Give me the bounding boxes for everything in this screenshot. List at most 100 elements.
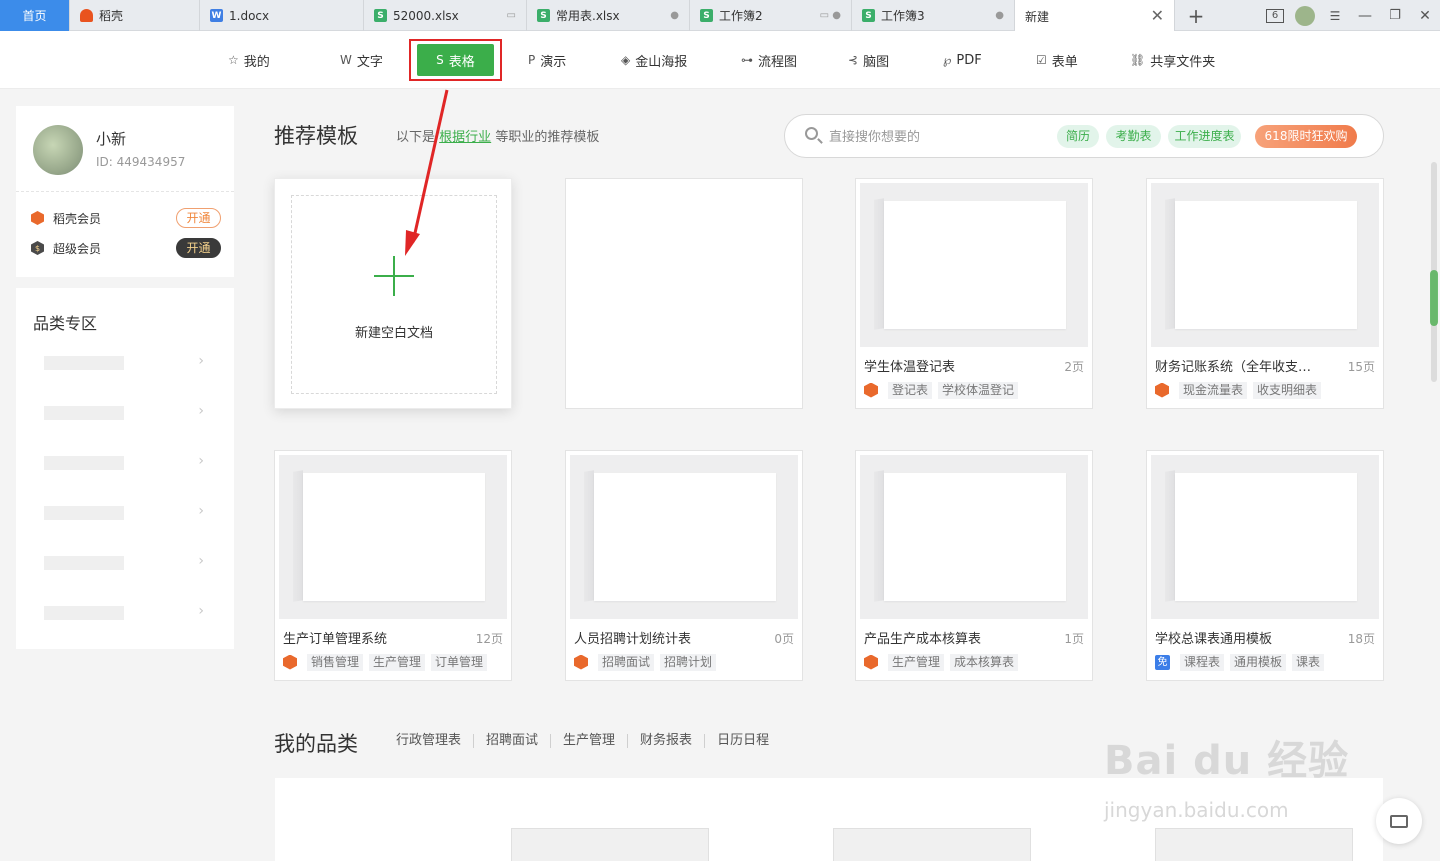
template-tag[interactable]: 现金流量表 <box>1179 381 1248 399</box>
category-link[interactable]: 财务报表 <box>628 734 706 748</box>
search-tag[interactable]: 简历 <box>1057 125 1099 148</box>
nav-flowchart[interactable]: ⊶ 流程图 <box>741 42 797 78</box>
tab-workbook2[interactable]: S 工作簿2 ▭ ● <box>690 0 852 31</box>
tab-label: 1.docx <box>229 8 270 23</box>
user-avatar-button[interactable] <box>1290 0 1320 31</box>
template-card[interactable]: 生产订单管理系统 12页 销售管理 生产管理 订单管理 <box>274 450 512 681</box>
category-placeholder[interactable]: › <box>44 503 204 520</box>
open-super-vip-button[interactable]: 开通 <box>176 238 221 258</box>
template-tag[interactable]: 招聘面试 <box>598 653 655 671</box>
share-icon: ⛓ <box>1130 53 1146 67</box>
search-input[interactable] <box>829 127 1039 147</box>
page-preview <box>884 473 1066 601</box>
category-link[interactable]: 行政管理表 <box>396 734 475 748</box>
category-thumbnail[interactable] <box>1155 828 1353 861</box>
nav-spreadsheet[interactable]: S 表格 <box>417 44 494 76</box>
search-tag[interactable]: 工作进度表 <box>1168 125 1241 148</box>
template-card[interactable]: 产品生产成本核算表 1页 生产管理 成本核算表 <box>855 450 1093 681</box>
close-icon[interactable]: ✕ <box>1151 6 1164 25</box>
category-placeholder[interactable]: › <box>44 353 204 370</box>
tab-changyong[interactable]: S 常用表.xlsx ● <box>527 0 690 31</box>
category-placeholder[interactable]: › <box>44 403 204 420</box>
writer-icon: W <box>340 53 352 67</box>
free-badge-icon: 免 <box>1155 654 1170 670</box>
nav-poster[interactable]: ◈ 金山海报 <box>621 42 687 78</box>
add-tab-button[interactable]: + <box>1181 0 1211 31</box>
nav-shared-folder[interactable]: ⛓ 共享文件夹 <box>1130 42 1215 78</box>
promo-tag[interactable]: 618限时狂欢购 <box>1255 125 1357 148</box>
template-name: 学生体温登记表 <box>864 360 956 375</box>
nav-label: 文字 <box>356 54 383 70</box>
industry-link[interactable]: 根据行业 <box>439 130 491 145</box>
tab-workbook3[interactable]: S 工作簿3 ● <box>852 0 1015 31</box>
template-tag[interactable]: 课表 <box>1292 653 1325 671</box>
template-tags: 招聘面试 招聘计划 <box>574 653 722 671</box>
template-card[interactable]: 财务记账系统（全年收支管理... 15页 现金流量表 收支明细表 <box>1146 178 1384 409</box>
open-daoke-vip-button[interactable]: 开通 <box>176 208 221 228</box>
tab-52000[interactable]: S 52000.xlsx ▭ <box>364 0 527 31</box>
template-card-empty[interactable] <box>565 178 803 409</box>
window-controls: 6 ☰ — ❐ ✕ <box>1260 0 1440 31</box>
search-tag[interactable]: 考勤表 <box>1106 125 1161 148</box>
template-tag[interactable]: 课程表 <box>1180 653 1225 671</box>
daoke-vip-icon <box>31 211 44 225</box>
nav-presentation[interactable]: P 演示 <box>528 42 566 78</box>
scrollbar-thumb[interactable] <box>1430 270 1438 326</box>
tab-home[interactable]: 首页 <box>0 0 70 31</box>
template-name: 财务记账系统（全年收支管理... <box>1155 360 1323 375</box>
menu-icon[interactable]: ☰ <box>1320 0 1350 31</box>
tab-label: 工作簿2 <box>719 9 763 23</box>
category-placeholder[interactable]: › <box>44 453 204 470</box>
page-preview <box>1175 473 1357 601</box>
template-tags: 现金流量表 收支明细表 <box>1155 381 1327 399</box>
daoke-badge-icon <box>574 654 588 670</box>
avatar[interactable] <box>33 125 83 175</box>
category-placeholder[interactable]: › <box>44 553 204 570</box>
nav-mine[interactable]: ☆ 我的 <box>228 42 270 78</box>
nav-mindmap[interactable]: ⊰ 脑图 <box>848 42 889 78</box>
tab-counter-button[interactable]: 6 <box>1260 0 1290 31</box>
tab-new[interactable]: 新建 ✕ <box>1015 0 1175 32</box>
template-tags: 登记表 学校体温登记 <box>864 381 1024 399</box>
template-tag[interactable]: 学校体温登记 <box>938 381 1019 399</box>
nav-writer[interactable]: W 文字 <box>340 42 383 78</box>
template-tag[interactable]: 订单管理 <box>431 653 488 671</box>
vip-row-super: $ 超级会员 开通 <box>31 237 221 259</box>
template-thumbnail <box>860 455 1088 619</box>
template-tag[interactable]: 生产管理 <box>888 653 945 671</box>
minimize-icon[interactable]: — <box>1350 0 1380 31</box>
new-blank-area: 新建空白文档 <box>291 195 497 394</box>
template-tag[interactable]: 成本核算表 <box>950 653 1019 671</box>
nav-pdf[interactable]: ℘ PDF <box>943 42 982 78</box>
sheet-icon: S <box>374 9 387 22</box>
category-link[interactable]: 生产管理 <box>551 734 629 748</box>
close-window-icon[interactable]: ✕ <box>1410 0 1440 31</box>
template-card[interactable]: 学生体温登记表 2页 登记表 学校体温登记 <box>855 178 1093 409</box>
template-tag[interactable]: 登记表 <box>888 381 933 399</box>
tab-docx[interactable]: W 1.docx <box>200 0 364 31</box>
category-link[interactable]: 招聘面试 <box>474 734 552 748</box>
tab-bar: 首页 稻壳 W 1.docx S 52000.xlsx ▭ S 常用表.xlsx… <box>0 0 1440 32</box>
template-tag[interactable]: 招聘计划 <box>660 653 717 671</box>
watermark-url: jingyan.baidu.com <box>1104 798 1289 822</box>
category-link[interactable]: 日历日程 <box>705 734 781 748</box>
chevron-right-icon: › <box>198 553 204 569</box>
template-card[interactable]: 人员招聘计划统计表 0页 招聘面试 招聘计划 <box>565 450 803 681</box>
template-tag[interactable]: 收支明细表 <box>1253 381 1322 399</box>
chat-icon <box>1390 814 1408 828</box>
category-thumbnail[interactable] <box>833 828 1031 861</box>
restore-icon[interactable]: ❐ <box>1380 0 1410 31</box>
nav-form[interactable]: ☑ 表单 <box>1036 42 1078 78</box>
new-blank-card[interactable]: 新建空白文档 <box>274 178 512 409</box>
feedback-button[interactable] <box>1376 798 1422 844</box>
template-tag[interactable]: 销售管理 <box>307 653 364 671</box>
category-placeholder[interactable]: › <box>44 603 204 620</box>
placeholder-bar <box>44 506 124 520</box>
category-thumbnail[interactable] <box>511 828 709 861</box>
template-tag[interactable]: 生产管理 <box>369 653 426 671</box>
template-tag[interactable]: 通用模板 <box>1230 653 1287 671</box>
template-card[interactable]: 学校总课表通用模板 18页 免 课程表 通用模板 课表 <box>1146 450 1384 681</box>
nav-label: PDF <box>956 52 982 68</box>
tab-daoke[interactable]: 稻壳 <box>70 0 200 31</box>
vip-label: 超级会员 <box>53 241 102 256</box>
